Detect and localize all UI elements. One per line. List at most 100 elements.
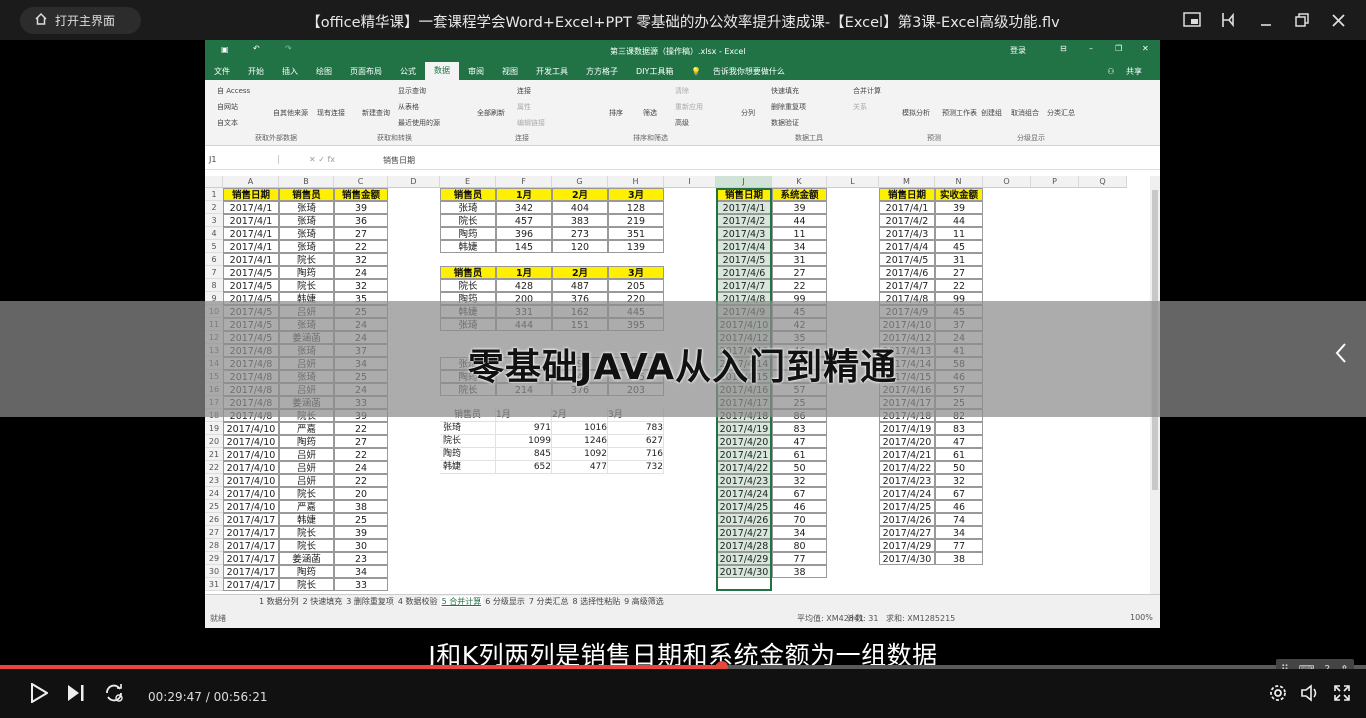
table-received-cell: 2017/4/5 — [879, 253, 935, 266]
table-consolidated-cell: 652 — [496, 461, 552, 474]
table-sales-cell: 陶筠 — [279, 266, 334, 279]
table-sales-cell: 39 — [334, 526, 388, 539]
excel-tab: 开始 — [248, 66, 264, 76]
row-header: 22 — [205, 461, 223, 474]
volume-icon[interactable] — [1299, 681, 1321, 705]
ribbon-item: 全部刷新 — [477, 109, 505, 117]
ribbon-item: 自 Access — [217, 87, 251, 95]
column-header: O — [983, 176, 1031, 188]
table-sales-cell: 2017/4/10 — [223, 474, 279, 487]
table-sales-cell: 20 — [334, 487, 388, 500]
excel-redo-icon: ↷ — [285, 44, 292, 53]
settings-icon[interactable] — [1267, 681, 1289, 705]
picture-in-picture-icon[interactable] — [1182, 10, 1202, 30]
row-header: 20 — [205, 435, 223, 448]
table-system-cell: 2017/4/28 — [716, 539, 772, 552]
ribbon-group-label: 排序和筛选 — [633, 134, 668, 142]
restore-icon[interactable] — [1292, 10, 1312, 30]
table-q1-header-cell: 1月 — [496, 188, 552, 201]
table-consolidated-cell: 1099 — [496, 435, 552, 448]
table-received-cell: 47 — [935, 435, 983, 448]
table-sales-cell: 32 — [334, 279, 388, 292]
fullscreen-icon[interactable] — [1331, 681, 1353, 705]
table-sales-cell: 23 — [334, 552, 388, 565]
table-q1-header-cell: 2月 — [552, 188, 608, 201]
table-system-cell: 77 — [772, 552, 827, 565]
table-sales-cell: 2017/4/10 — [223, 500, 279, 513]
side-panel-chevron-icon[interactable] — [1334, 342, 1348, 370]
table-received-header-cell: 销售日期 — [879, 188, 935, 201]
table-sales-cell: 22 — [334, 448, 388, 461]
table-sales-cell: 22 — [334, 422, 388, 435]
row-header: 2 — [205, 201, 223, 214]
excel-name-box: J1 — [209, 155, 279, 164]
play-icon[interactable] — [27, 681, 51, 705]
sheet-tab: 1 数据分列 — [259, 597, 299, 606]
sheet-tab: 2 快速填充 — [302, 597, 343, 606]
table-consolidated-cell: 1092 — [552, 448, 608, 461]
table-q2-cell: 205 — [608, 279, 664, 292]
row-header: 27 — [205, 526, 223, 539]
table-received-cell: 2017/4/19 — [879, 422, 935, 435]
table-q1-cell: 273 — [552, 227, 608, 240]
row-header: 8 — [205, 279, 223, 292]
close-icon[interactable] — [1328, 10, 1348, 30]
minimize-icon[interactable] — [1256, 10, 1276, 30]
excel-tab: 视图 — [502, 66, 518, 76]
sheet-tab: 4 数据校验 — [397, 597, 438, 606]
excel-tab: DIY工具箱 — [636, 66, 674, 76]
row-header: 24 — [205, 487, 223, 500]
ribbon-group-label: 预测 — [927, 134, 941, 142]
loop-icon[interactable] — [102, 681, 126, 705]
next-icon[interactable] — [64, 681, 88, 705]
table-q2-header-cell: 3月 — [608, 266, 664, 279]
table-consolidated-cell: 845 — [496, 448, 552, 461]
pin-on-top-icon[interactable] — [1219, 10, 1239, 30]
table-consolidated-cell: 627 — [608, 435, 664, 448]
ribbon-item: 关系 — [853, 103, 867, 111]
table-system-cell: 67 — [772, 487, 827, 500]
table-system-cell: 22 — [772, 279, 827, 292]
sheet-tab-active: 5 合并计算 — [439, 596, 484, 607]
table-sales-cell: 2017/4/1 — [223, 240, 279, 253]
status-zoom: 100% — [1130, 613, 1153, 622]
table-q1-cell: 128 — [608, 201, 664, 214]
status-ready: 就绪 — [210, 614, 226, 623]
table-sales-cell: 张琦 — [279, 227, 334, 240]
table-q1-cell: 342 — [496, 201, 552, 214]
ribbon-item: 连接 — [517, 87, 531, 95]
table-q1-cell: 383 — [552, 214, 608, 227]
table-sales-cell: 院长 — [279, 279, 334, 292]
watermark-banner-text: 零基础JAVA从入门到精通 — [468, 347, 898, 388]
ribbon-item: 从表格 — [398, 103, 419, 111]
table-received-cell: 2017/4/7 — [879, 279, 935, 292]
table-q1-cell: 351 — [608, 227, 664, 240]
excel-tab-data: 数据 — [425, 62, 459, 80]
excel-tab: 插入 — [282, 66, 298, 76]
table-system-cell: 50 — [772, 461, 827, 474]
excel-share: ⚇ 共享 — [1098, 66, 1160, 77]
table-sales-cell: 张琦 — [279, 240, 334, 253]
table-sales-cell: 院长 — [279, 487, 334, 500]
row-header: 5 — [205, 240, 223, 253]
table-sales-cell: 张琦 — [279, 201, 334, 214]
sheet-tab: 8 选择性粘贴 — [572, 597, 621, 606]
column-header: L — [827, 176, 879, 188]
title-bar: 打开主界面 【office精华课】一套课程学会Word+Excel+PPT 零基… — [0, 0, 1366, 40]
table-system-cell: 38 — [772, 565, 827, 578]
table-sales-cell: 24 — [334, 266, 388, 279]
table-received-cell: 83 — [935, 422, 983, 435]
ribbon-item: 分类汇总 — [1047, 109, 1075, 117]
ribbon-group-label: 获取外部数据 — [255, 134, 297, 142]
excel-minimize-icon: – — [1089, 44, 1093, 53]
table-consolidated-cell: 716 — [608, 448, 664, 461]
table-received-cell: 45 — [935, 240, 983, 253]
corner-cell — [205, 176, 223, 188]
table-received-cell: 27 — [935, 266, 983, 279]
ribbon-item: 编辑链接 — [517, 119, 545, 127]
excel-formula-bar: J1 ✕ ✓ fx 销售日期 — [205, 152, 1160, 170]
ribbon-item: 筛选 — [643, 109, 657, 117]
excel-doc-title: 第三课数据源（操作稿）.xlsx - Excel — [610, 47, 746, 56]
sheet-tab: 3 删除重复项 — [346, 597, 394, 606]
table-received-cell: 2017/4/22 — [879, 461, 935, 474]
